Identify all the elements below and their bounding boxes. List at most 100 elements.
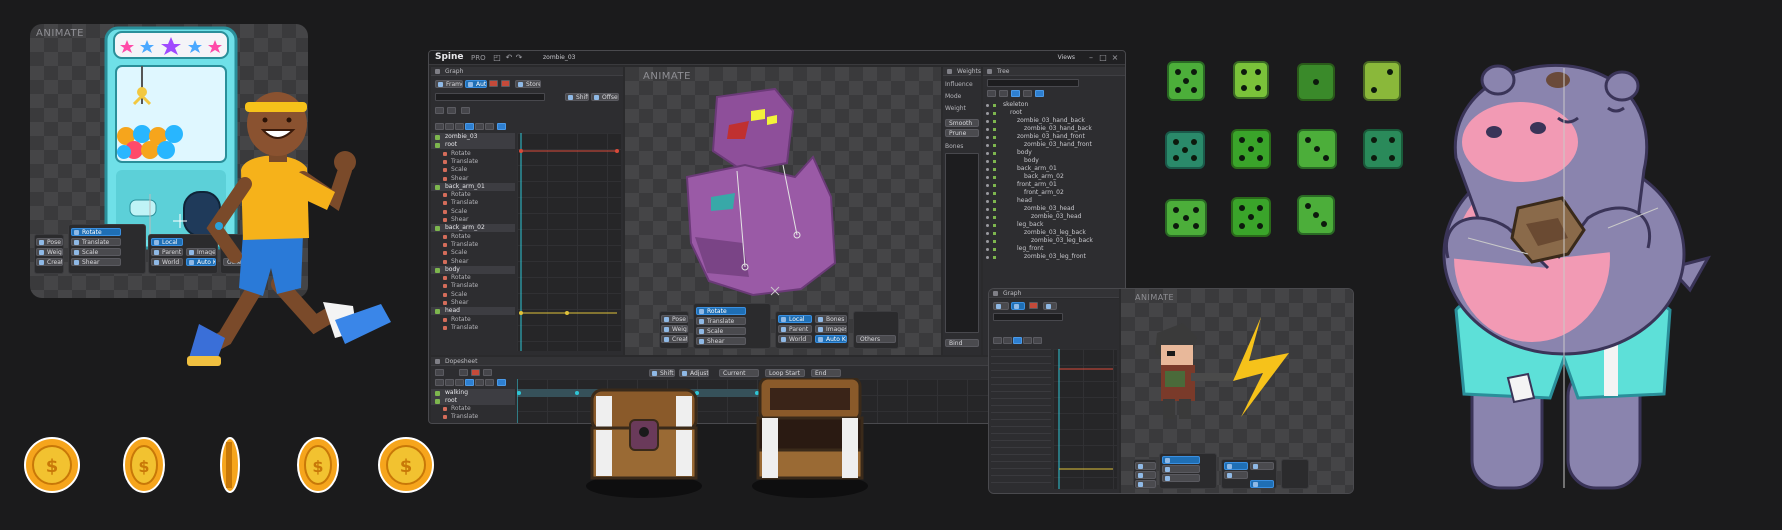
- translate-button[interactable]: Translate: [71, 238, 121, 246]
- visibility-dot-icon[interactable]: [986, 184, 989, 187]
- key-tick-icon[interactable]: [993, 184, 996, 187]
- tree-node[interactable]: zombie_03_hand_back: [983, 125, 1125, 133]
- pose-button[interactable]: Pose: [661, 315, 688, 323]
- visibility-dot-icon[interactable]: [986, 160, 989, 163]
- rotate-button[interactable]: Rotate: [71, 228, 121, 236]
- key-tick-icon[interactable]: [993, 168, 996, 171]
- key-tick-icon[interactable]: [993, 240, 996, 243]
- dopesheet-row[interactable]: root: [431, 397, 515, 405]
- visibility-dot-icon[interactable]: [986, 256, 989, 259]
- key-tick-icon[interactable]: [993, 144, 996, 147]
- prune-button[interactable]: Prune: [945, 129, 979, 137]
- key-tick-icon[interactable]: [993, 208, 996, 211]
- graph-tree-row[interactable]: Translate: [431, 324, 515, 332]
- visibility-dot-icon[interactable]: [986, 176, 989, 179]
- small-last-button[interactable]: [1033, 337, 1042, 344]
- visibility-dot-icon[interactable]: [986, 208, 989, 211]
- graph-tree-row[interactable]: Scale: [431, 166, 515, 174]
- small-key-button[interactable]: [1029, 302, 1038, 309]
- key-tick-icon[interactable]: [993, 152, 996, 155]
- tree-node[interactable]: front_arm_02: [983, 189, 1125, 197]
- tree-node[interactable]: back_arm_02: [983, 173, 1125, 181]
- small-create-button[interactable]: [1135, 480, 1156, 488]
- scale-button[interactable]: Scale: [71, 248, 121, 256]
- tree-node[interactable]: back_arm_01: [983, 165, 1125, 173]
- visibility-dot-icon[interactable]: [986, 200, 989, 203]
- dope-last-button[interactable]: [485, 379, 494, 386]
- shift-button[interactable]: Shift: [565, 93, 589, 101]
- graph-tool-1[interactable]: [435, 107, 444, 114]
- dope-reverse-button[interactable]: [455, 379, 464, 386]
- tree-node[interactable]: front_arm_01: [983, 181, 1125, 189]
- loop-start-field[interactable]: Loop Start: [765, 369, 805, 377]
- maximize-icon[interactable]: □: [1099, 54, 1107, 62]
- graph-tree-row[interactable]: Rotate: [431, 233, 515, 241]
- pose-button[interactable]: Pose: [36, 238, 63, 246]
- dope-tool-1[interactable]: [435, 369, 444, 376]
- tree-filter-4[interactable]: [1023, 90, 1032, 97]
- graph-tree-row[interactable]: Translate: [431, 199, 515, 207]
- visibility-dot-icon[interactable]: [986, 248, 989, 251]
- graph-tree-row[interactable]: Shear: [431, 175, 515, 183]
- auto-key-button[interactable]: Auto Key: [815, 335, 847, 343]
- visibility-dot-icon[interactable]: [986, 216, 989, 219]
- shear-button[interactable]: Shear: [71, 258, 121, 266]
- smooth-button[interactable]: Smooth: [945, 119, 979, 127]
- graph-tool-3[interactable]: [461, 107, 470, 114]
- graph-tree-row[interactable]: Rotate: [431, 150, 515, 158]
- visibility-dot-icon[interactable]: [986, 136, 989, 139]
- visibility-dot-icon[interactable]: [986, 104, 989, 107]
- small-autokey-button[interactable]: [1250, 480, 1274, 488]
- small-store-button[interactable]: [1043, 302, 1057, 310]
- small-parent-button[interactable]: [1224, 471, 1248, 479]
- key-red-button-2[interactable]: [501, 80, 510, 87]
- small-scale-button[interactable]: [1162, 474, 1200, 482]
- dope-first-button[interactable]: [435, 379, 444, 386]
- tree-node[interactable]: body: [983, 149, 1125, 157]
- tree-node[interactable]: root: [983, 109, 1125, 117]
- parent-button[interactable]: Parent: [151, 248, 183, 256]
- graph-tree-row[interactable]: Translate: [431, 158, 515, 166]
- tree-node[interactable]: zombie_03_hand_back: [983, 117, 1125, 125]
- play-button[interactable]: [465, 123, 474, 130]
- tree-node[interactable]: zombie_03_hand_front: [983, 141, 1125, 149]
- frame-button[interactable]: Frame: [435, 80, 463, 88]
- save-icon[interactable]: ◰: [493, 54, 501, 62]
- key-tick-icon[interactable]: [993, 160, 996, 163]
- small-rotate-button[interactable]: [1162, 456, 1200, 464]
- tree-filter-1[interactable]: [987, 90, 996, 97]
- graph-tree-row[interactable]: Rotate: [431, 316, 515, 324]
- graph-tree-row[interactable]: Scale: [431, 291, 515, 299]
- tree-node[interactable]: zombie_03_leg_back: [983, 229, 1125, 237]
- current-frame-field[interactable]: Current: [719, 369, 759, 377]
- small-bones-button[interactable]: [1250, 462, 1274, 470]
- key-tick-icon[interactable]: [993, 136, 996, 139]
- auto-button[interactable]: Auto: [465, 80, 487, 88]
- key-tick-icon[interactable]: [993, 104, 996, 107]
- key-tick-icon[interactable]: [993, 128, 996, 131]
- dopesheet-row[interactable]: Rotate: [431, 405, 515, 413]
- small-frame-button[interactable]: [993, 302, 1009, 310]
- graph-tree-row[interactable]: zombie_03: [431, 133, 515, 141]
- tree-node[interactable]: zombie_03_head: [983, 205, 1125, 213]
- bones-list[interactable]: [945, 153, 979, 333]
- dope-tool-2[interactable]: [459, 369, 468, 376]
- others-button[interactable]: Others: [856, 335, 896, 343]
- small-translate-button[interactable]: [1162, 465, 1200, 473]
- images-button[interactable]: Images: [815, 325, 847, 333]
- graph-tree-row[interactable]: body: [431, 265, 515, 274]
- undo-icon[interactable]: ↶: [505, 54, 513, 62]
- world-button[interactable]: World: [151, 258, 183, 266]
- small-play-button[interactable]: [1013, 337, 1022, 344]
- graph-tree-row[interactable]: Rotate: [431, 274, 515, 282]
- graph-tree-row[interactable]: back_arm_01: [431, 182, 515, 191]
- small-local-button[interactable]: [1224, 462, 1248, 470]
- key-tick-icon[interactable]: [993, 176, 996, 179]
- tree-filter-2[interactable]: [999, 90, 1008, 97]
- visibility-dot-icon[interactable]: [986, 152, 989, 155]
- visibility-dot-icon[interactable]: [986, 232, 989, 235]
- dope-adjust-button[interactable]: Adjust: [679, 369, 709, 377]
- views-label[interactable]: Views: [1058, 54, 1075, 61]
- small-prev-button[interactable]: [1003, 337, 1012, 344]
- close-icon[interactable]: ×: [1111, 54, 1119, 62]
